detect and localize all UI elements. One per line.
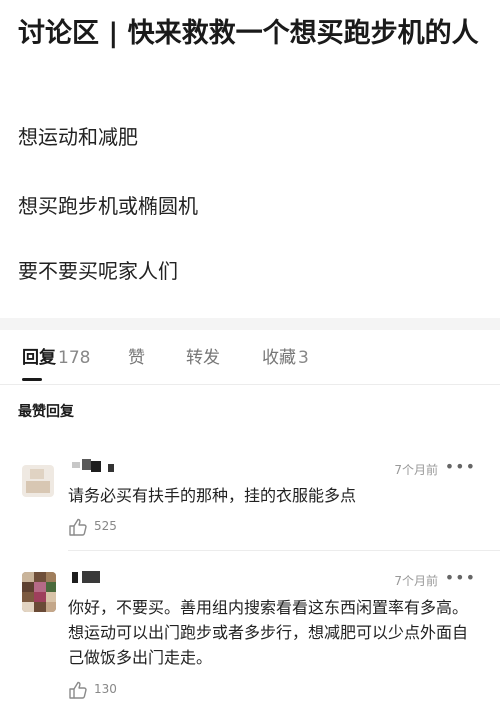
more-icon[interactable]: ••• bbox=[445, 457, 476, 476]
more-icon[interactable]: ••• bbox=[445, 568, 476, 587]
tab-favorites[interactable]: 收藏 3 bbox=[262, 346, 309, 370]
tab-likes-label: 赞 bbox=[128, 348, 145, 368]
post-body-line-3: 要不要买呢家人们 bbox=[18, 259, 178, 283]
thumbs-up-icon bbox=[69, 681, 87, 699]
comment-item: 7个月前 ••• 请务必买有扶手的那种，挂的衣服能多点 525 bbox=[0, 455, 500, 550]
comment-timestamp: 7个月前 bbox=[394, 463, 438, 477]
username-redacted[interactable] bbox=[68, 459, 128, 475]
thumbs-up-icon bbox=[69, 518, 87, 536]
tab-reposts-label: 转发 bbox=[186, 348, 220, 368]
comment-timestamp: 7个月前 bbox=[394, 574, 438, 588]
like-count: 130 bbox=[94, 682, 117, 696]
section-divider-band bbox=[0, 318, 500, 330]
avatar-mosaic-block bbox=[30, 469, 44, 479]
tab-likes[interactable]: 赞 bbox=[128, 346, 145, 370]
comment-item: 7个月前 ••• 你好，不要买。善用组内搜索看看这东西闲置率有多高。想运动可以出… bbox=[0, 566, 500, 711]
tab-replies[interactable]: 回复 178 bbox=[22, 346, 90, 370]
tab-replies-label: 回复 bbox=[22, 348, 56, 368]
comment-text: 请务必买有扶手的那种，挂的衣服能多点 bbox=[68, 486, 357, 505]
comment-divider bbox=[68, 550, 500, 551]
like-count: 525 bbox=[94, 519, 117, 533]
post-body-line-2: 想买跑步机或椭圆机 bbox=[18, 194, 198, 218]
tab-favorites-count: 3 bbox=[298, 348, 309, 368]
section-label-top-replies: 最赞回复 bbox=[18, 404, 74, 420]
like-button[interactable]: 130 bbox=[68, 680, 128, 700]
avatar-mosaic-block bbox=[26, 481, 50, 493]
tab-reposts[interactable]: 转发 bbox=[186, 346, 220, 370]
tab-favorites-label: 收藏 bbox=[262, 348, 296, 368]
comment-text: 你好，不要买。善用组内搜索看看这东西闲置率有多高。想运动可以出门跑步或者多步行，… bbox=[68, 598, 469, 667]
tab-bar: 回复 178 赞 转发 收藏 3 bbox=[0, 330, 500, 385]
avatar[interactable] bbox=[22, 572, 56, 612]
active-tab-indicator bbox=[22, 378, 42, 381]
username-redacted[interactable] bbox=[68, 570, 118, 586]
tab-replies-count: 178 bbox=[58, 348, 91, 368]
avatar[interactable] bbox=[22, 465, 54, 497]
post-page: 讨论区 | 快来救救一个想买跑步机的人 想运动和减肥 想买跑步机或椭圆机 要不要… bbox=[0, 0, 500, 713]
post-body-line-1: 想运动和减肥 bbox=[18, 125, 138, 149]
like-button[interactable]: 525 bbox=[68, 517, 128, 537]
post-title: 讨论区 | 快来救救一个想买跑步机的人 bbox=[18, 18, 479, 49]
